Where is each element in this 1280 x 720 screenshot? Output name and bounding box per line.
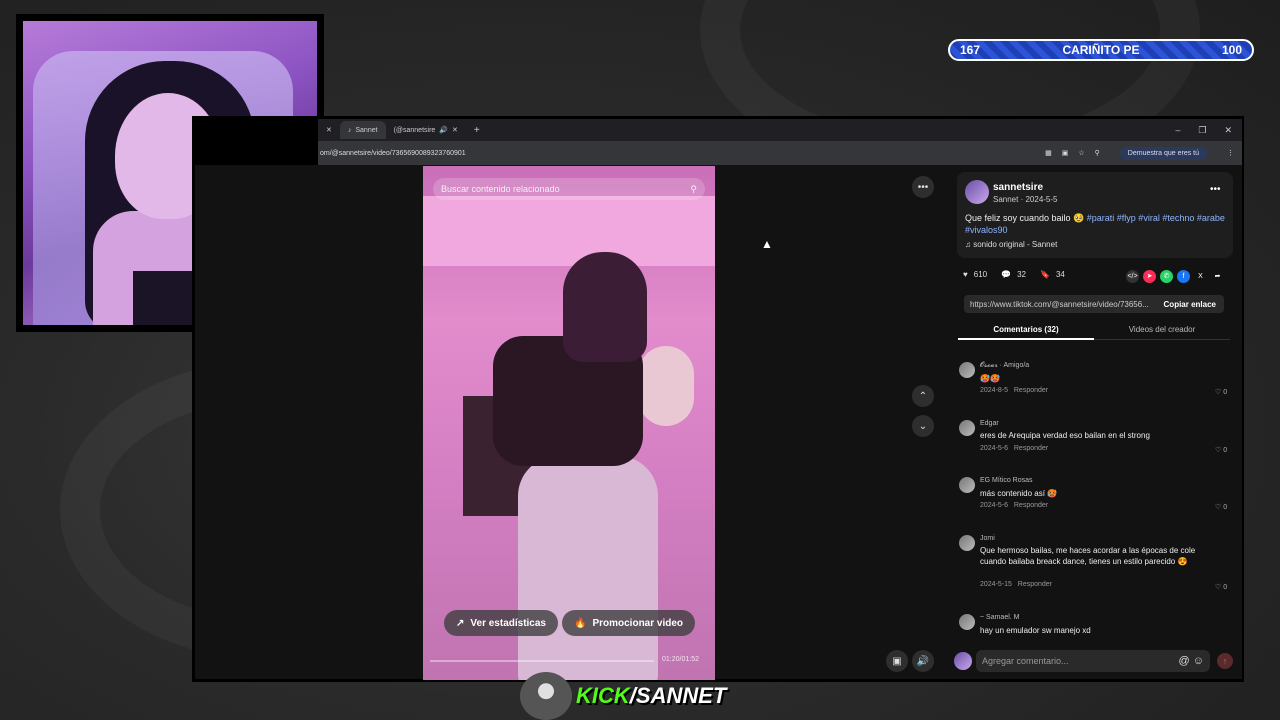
avatar[interactable]	[954, 652, 972, 670]
comment-author[interactable]: 𝓞𝓼𝓬𝓪𝓻 · Amigo/a	[980, 362, 1029, 370]
embed-icon[interactable]: </>	[1126, 270, 1139, 283]
pip-icon[interactable]: ▣	[886, 650, 908, 672]
copy-link-button[interactable]: Copiar enlace	[1156, 300, 1224, 309]
tab-bar: ✕ ♪ Sannet (@sannetsire 🔊 ✕ + – ❐ ✕	[318, 119, 1242, 141]
reply-link[interactable]: Responder	[1014, 445, 1048, 452]
tab-comments[interactable]: Comentarios (32)	[958, 320, 1094, 340]
mouse-cursor-icon: ▲	[761, 237, 773, 251]
more-options-icon[interactable]: •••	[912, 176, 934, 198]
comment-text: eres de Arequipa verdad eso bailan en el…	[980, 431, 1150, 440]
close-icon[interactable]: ✕	[318, 126, 340, 134]
comment-text: Que hermoso bailas, me haces acordar a l…	[980, 546, 1196, 566]
more-icon[interactable]: •••	[1210, 184, 1221, 195]
kick-overlay: KICK/SANNET	[520, 672, 726, 720]
toolbar-icons[interactable]: ▦▣☆⚲	[1045, 149, 1110, 157]
comment-author[interactable]: Jomi	[980, 535, 995, 542]
verify-pill[interactable]: Demuestra que eres tú	[1119, 146, 1207, 160]
score-bar: 167 CARIÑITO PE 100	[948, 39, 1254, 61]
chevron-down-icon[interactable]: ⌄	[912, 415, 934, 437]
minimize-icon[interactable]: –	[1175, 125, 1180, 136]
mascot-icon	[520, 672, 572, 720]
send-button[interactable]: ↑	[1217, 653, 1233, 669]
post-subline: Sannet · 2024-5-5	[993, 195, 1058, 204]
comment-icon[interactable]: 💬	[1001, 270, 1011, 279]
reply-link[interactable]: Responder	[1018, 581, 1052, 588]
comment-text: más contenido así 🥵	[980, 489, 1058, 498]
x-icon[interactable]: X	[1194, 270, 1207, 283]
add-comment-input[interactable]: Agregar comentario... @ ☺	[976, 650, 1210, 672]
post-stats: ♥ 610 💬 32 🔖 34	[963, 270, 1065, 279]
search-icon[interactable]: ⚲	[690, 184, 697, 195]
link-box: https://www.tiktok.com/@sannetsire/video…	[964, 295, 1224, 313]
tab-creator-videos[interactable]: Videos del creador	[1094, 320, 1230, 340]
speaker-icon: 🔊	[439, 127, 449, 134]
comment-text: hay un emulador sw manejo xd	[980, 626, 1091, 635]
tab-label: Sannet	[355, 126, 378, 134]
heart-icon[interactable]: ♥	[963, 270, 968, 279]
mention-icon[interactable]: @ ☺	[1179, 655, 1204, 667]
bookmark-icon[interactable]: 🔖	[1040, 270, 1050, 279]
search-placeholder: Buscar contenido relacionado	[441, 184, 560, 194]
tab-profile[interactable]: (@sannetsire 🔊 ✕	[386, 121, 466, 139]
window-controls: – ❐ ✕	[1175, 125, 1242, 136]
score-right: 100	[1221, 43, 1242, 57]
avatar[interactable]	[965, 180, 989, 204]
video-player[interactable]	[423, 166, 715, 680]
video-search-bar[interactable]: Buscar contenido relacionado ⚲	[433, 178, 705, 200]
kick-channel-logo: KICK/SANNET	[576, 683, 727, 708]
comment-tabs: Comentarios (32) Videos del creador	[958, 320, 1230, 340]
tab-tiktok[interactable]: ♪ Sannet	[339, 121, 386, 139]
address-bar[interactable]: om/@sannetsire/video/7365690089323760901…	[318, 141, 1242, 165]
close-window-icon[interactable]: ✕	[1224, 125, 1232, 136]
comment-author[interactable]: ~ Samael. M	[980, 614, 1020, 621]
score-title: CARIÑITO PE	[1062, 43, 1140, 57]
share-icons: </> ➤ ✆ f X ➦	[1126, 270, 1224, 283]
post-username[interactable]: sannetsire	[993, 182, 1043, 193]
link-text[interactable]: https://www.tiktok.com/@sannetsire/video…	[970, 300, 1149, 309]
reply-link[interactable]: Responder	[1014, 502, 1048, 509]
video-time: 01:20/01:52	[662, 656, 699, 663]
comment-text: 🥵🥵	[980, 374, 1000, 383]
new-tab-button[interactable]: +	[466, 125, 488, 136]
chevron-up-icon[interactable]: ⌃	[912, 385, 934, 407]
score-left: 167	[960, 43, 981, 57]
facebook-icon[interactable]: f	[1177, 270, 1190, 283]
stats-button[interactable]: ↗ Ver estadísticas	[444, 610, 558, 636]
menu-icon[interactable]: ⋮	[1227, 149, 1234, 157]
restore-icon[interactable]: ❐	[1198, 125, 1206, 136]
sound-line[interactable]: ♫ sonido original - Sannet	[965, 240, 1057, 249]
tab-label: (@sannetsire	[393, 126, 436, 134]
video-progress[interactable]	[430, 660, 654, 662]
tiktok-icon: ♪	[347, 126, 352, 134]
music-note-icon: ♫	[965, 240, 971, 249]
share-arrow-icon[interactable]: ➦	[1211, 270, 1224, 283]
url-text[interactable]: om/@sannetsire/video/7365690089323760901	[320, 150, 466, 157]
post-caption: Que feliz soy cuando bailo 🥹 #parati #fl…	[965, 213, 1225, 235]
flame-icon: 🔥	[574, 617, 587, 629]
send-icon[interactable]: ➤	[1143, 270, 1156, 283]
comment-author[interactable]: EG Mítico Rosas	[980, 477, 1033, 484]
reply-link[interactable]: Responder	[1014, 387, 1048, 394]
close-icon[interactable]: ✕	[452, 126, 458, 134]
promote-button[interactable]: 🔥 Promocionar video	[562, 610, 696, 636]
volume-icon[interactable]: 🔊	[912, 650, 934, 672]
whatsapp-icon[interactable]: ✆	[1160, 270, 1173, 283]
chart-icon: ↗	[456, 617, 465, 629]
comment-author[interactable]: Edgar	[980, 420, 999, 427]
